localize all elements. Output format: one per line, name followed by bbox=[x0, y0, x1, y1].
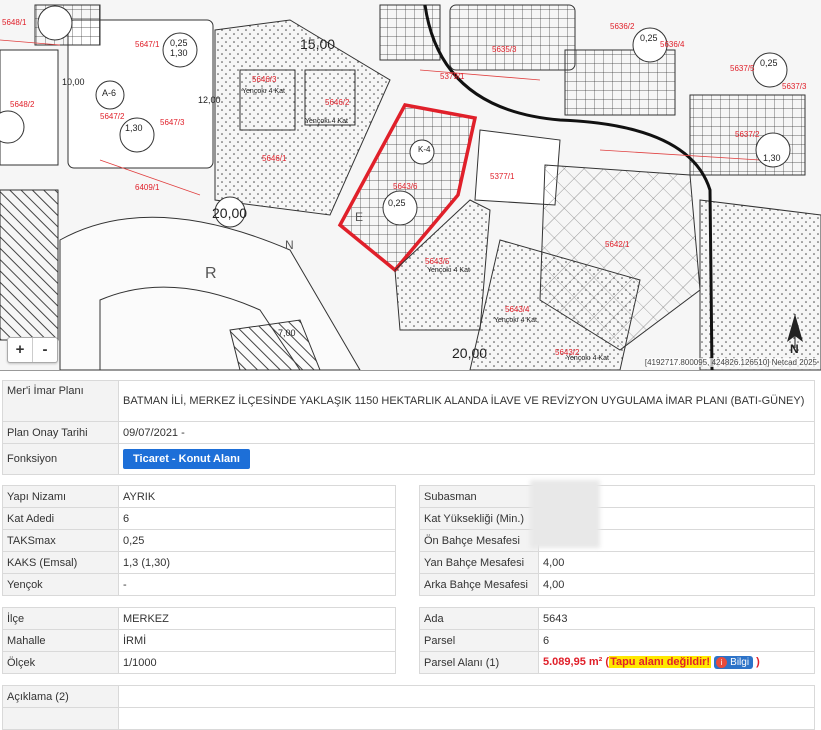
road-width: 7,00 bbox=[278, 328, 296, 338]
kv-value: AYRIK bbox=[118, 485, 396, 508]
road-width: 15,00 bbox=[300, 36, 336, 52]
kv-label: Subasman bbox=[419, 485, 539, 508]
yencok-label: Yençokı 4 Kat bbox=[494, 317, 537, 324]
function-cell: Ticaret - Konut Alanı bbox=[118, 443, 815, 475]
kaks-label: 0,25 bbox=[388, 198, 406, 208]
kv-label-cutoff bbox=[2, 707, 119, 730]
yencok-label: Yençokı 4 Kat bbox=[242, 88, 285, 95]
kv-label: Ada bbox=[419, 607, 539, 630]
kv-value: 6 bbox=[118, 507, 396, 530]
location-right-table: Ada 5643 Parsel 6 Parsel Alanı (1) 5.089,9… bbox=[419, 607, 815, 674]
kaks-label: 0,25 bbox=[760, 58, 778, 68]
plan-date-value: 09/07/2021 - bbox=[118, 421, 815, 444]
kv-label: Kat Yüksekliği (Min.) bbox=[419, 507, 539, 530]
build-left-table: Yapı Nizamı AYRIK Kat Adedi 6 TAKSmax 0,25 … bbox=[2, 485, 396, 596]
zoom-out-button[interactable]: - bbox=[33, 338, 57, 362]
road-width: 10,00 bbox=[62, 77, 85, 87]
kv-label: Parsel bbox=[419, 629, 539, 652]
block-label: A-6 bbox=[102, 88, 117, 98]
kaks-label: 0,25 bbox=[170, 38, 188, 48]
kv-value: 0,25 bbox=[118, 529, 396, 552]
function-button[interactable]: Ticaret - Konut Alanı bbox=[123, 449, 250, 469]
info-icon: i bbox=[716, 657, 728, 668]
kv-value: MERKEZ bbox=[118, 607, 396, 630]
yencok-label: Yençokı 4 Kat bbox=[305, 118, 348, 125]
north-label: N bbox=[790, 342, 799, 356]
kv-label: Arka Bahçe Mesafesi bbox=[419, 573, 539, 596]
location-left-table: İlçe MERKEZ Mahalle İRMİ Ölçek 1/1000 bbox=[2, 607, 396, 674]
road-width: 12,00 bbox=[198, 95, 221, 105]
zoom-control: + - bbox=[7, 337, 58, 363]
yencok-label: Yençokı 4 Kat bbox=[427, 267, 470, 274]
parcel-area-cell: 5.089,95 m² (Tapu alanı değildir! i Bilgi… bbox=[538, 651, 815, 674]
kv-label: KAKS (Emsal) bbox=[2, 551, 119, 574]
parcel-area-value: 5.089,95 m² bbox=[543, 656, 603, 668]
kv-label: Yapı Nizamı bbox=[2, 485, 119, 508]
kv-value-cutoff bbox=[118, 707, 815, 730]
bilgi-button[interactable]: i Bilgi bbox=[714, 656, 754, 669]
street-letter: E bbox=[355, 210, 364, 224]
street-letter: N bbox=[285, 238, 294, 252]
description-table: Açıklama (2) bbox=[2, 685, 815, 730]
kaks-label: 1,30 bbox=[125, 123, 143, 133]
kv-label: Ön Bahçe Mesafesi bbox=[419, 529, 539, 552]
kv-label: TAKSmax bbox=[2, 529, 119, 552]
kv-label: Mahalle bbox=[2, 629, 119, 652]
kv-value: 1/1000 bbox=[118, 651, 396, 674]
plan-value: BATMAN İLİ, MERKEZ İLÇESİNDE YAKLAŞIK 11… bbox=[118, 380, 815, 422]
kv-value bbox=[118, 685, 815, 708]
redacted-area bbox=[530, 480, 600, 548]
road-width: 20,00 bbox=[452, 345, 488, 361]
plan-info-table: Mer'i İmar Planı BATMAN İLİ, MERKEZ İLÇE… bbox=[2, 380, 815, 475]
kv-label: Parsel Alanı (1) bbox=[419, 651, 539, 674]
kv-value: 4,00 bbox=[538, 573, 815, 596]
build-right-table: Subasman Kat Yüksekliği (Min.) Ön Bahçe … bbox=[419, 485, 815, 596]
map-text: 20,00 15,00 20,00 7,00 12,00 10,00 0,25 … bbox=[0, 0, 821, 370]
plan-map[interactable]: 5648/1 5648/2 5647/1 5647/2 5647/3 5646/… bbox=[0, 0, 821, 371]
kaks-label: 1,30 bbox=[763, 153, 781, 163]
kv-label: Açıklama (2) bbox=[2, 685, 119, 708]
function-label: Fonksiyon bbox=[2, 443, 119, 475]
block-label: K-4 bbox=[418, 145, 431, 154]
coordinate-readout: [4192717.800095, 424826.126510] Netcad 2… bbox=[644, 358, 817, 367]
zoom-in-button[interactable]: + bbox=[8, 338, 32, 362]
kv-label: Yan Bahçe Mesafesi bbox=[419, 551, 539, 574]
kv-value: 4,00 bbox=[538, 551, 815, 574]
yencok-label: Yençokı 4 Kat bbox=[566, 355, 609, 362]
street-letter: R bbox=[205, 265, 217, 282]
road-width: 20,00 bbox=[212, 205, 248, 221]
plan-date-label: Plan Onay Tarihi bbox=[2, 421, 119, 444]
kv-value: 5643 bbox=[538, 607, 815, 630]
kv-label: Ölçek bbox=[2, 651, 119, 674]
plan-label: Mer'i İmar Planı bbox=[2, 380, 119, 422]
tapu-warning: Tapu alanı değildir! bbox=[609, 656, 712, 668]
kaks-label: 1,30 bbox=[170, 48, 188, 58]
kv-label: Kat Adedi bbox=[2, 507, 119, 530]
kv-value: 1,3 (1,30) bbox=[118, 551, 396, 574]
kv-value: 6 bbox=[538, 629, 815, 652]
kv-label: Yençok bbox=[2, 573, 119, 596]
kaks-label: 0,25 bbox=[640, 33, 658, 43]
kv-value: - bbox=[118, 573, 396, 596]
kv-value: İRMİ bbox=[118, 629, 396, 652]
bilgi-label: Bilgi bbox=[730, 657, 750, 668]
kv-label: İlçe bbox=[2, 607, 119, 630]
